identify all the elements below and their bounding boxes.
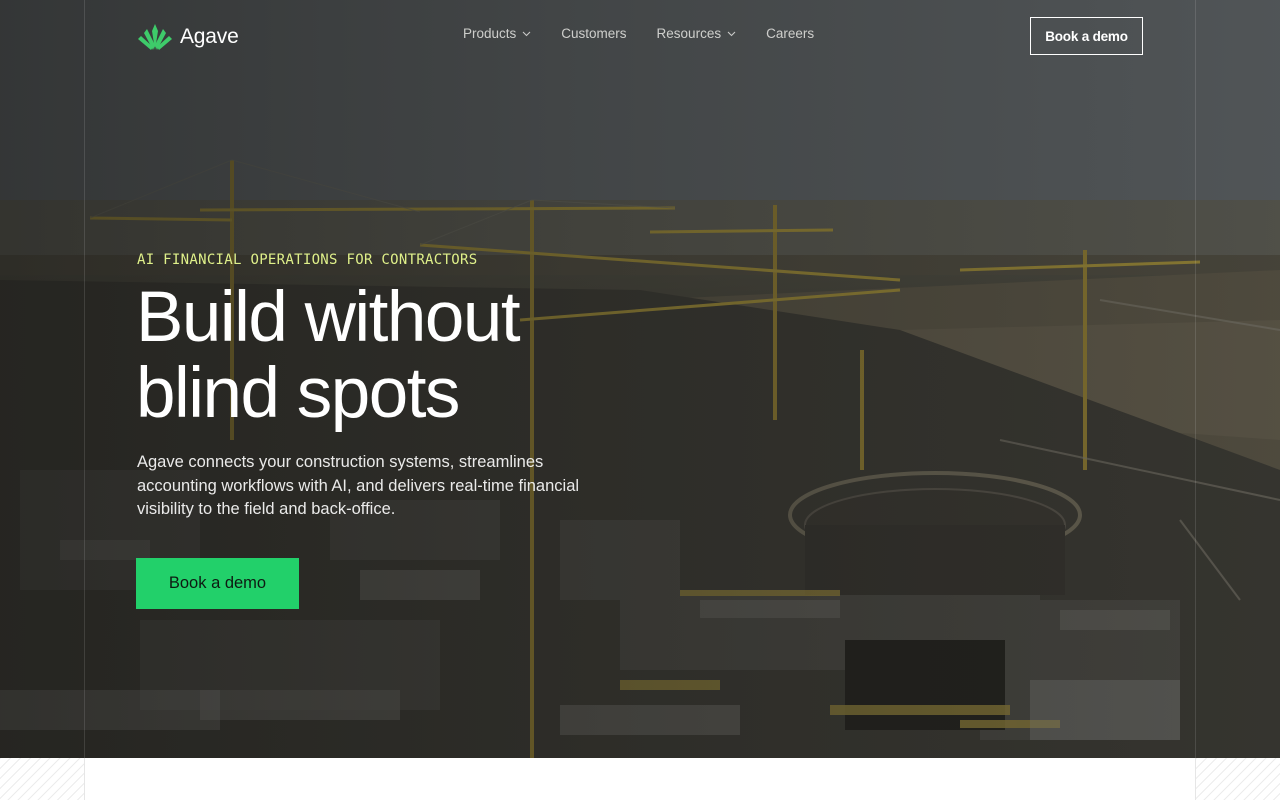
nav-item-label: Customers	[561, 26, 627, 41]
hero-headline: Build without blind spots	[136, 280, 696, 432]
agave-leaf-icon	[138, 24, 172, 50]
nav-item-label: Careers	[766, 26, 815, 41]
nav-item-customers[interactable]: Customers	[561, 26, 626, 41]
nav-item-label: Products	[463, 26, 517, 41]
brand-name: Agave	[180, 25, 239, 48]
main-nav: Products Customers Resources Careers	[463, 26, 814, 41]
next-section-top	[0, 758, 1280, 800]
hatch-pattern-right	[1196, 758, 1280, 800]
nav-item-products[interactable]: Products	[463, 26, 531, 41]
nav-item-careers[interactable]: Careers	[766, 26, 814, 41]
hatch-pattern-left	[0, 758, 84, 800]
agave-logo[interactable]: Agave	[138, 22, 239, 52]
chevron-down-icon	[522, 31, 531, 36]
divider-right	[1195, 758, 1196, 800]
layout-guide-line-left	[84, 0, 85, 800]
headline-line-2: blind spots	[136, 354, 460, 433]
chevron-down-icon	[727, 31, 736, 36]
header-book-demo-button[interactable]: Book a demo	[1030, 17, 1143, 55]
divider-left	[84, 758, 85, 800]
hero-eyebrow: AI FINANCIAL OPERATIONS FOR CONTRACTORS	[137, 252, 478, 268]
nav-item-resources[interactable]: Resources	[657, 26, 737, 41]
hero-subtext: Agave connects your construction systems…	[137, 453, 580, 518]
nav-item-label: Resources	[656, 26, 722, 41]
headline-line-1: Build without	[136, 278, 521, 357]
hero-book-demo-button[interactable]: Book a demo	[136, 558, 299, 609]
layout-guide-line-right	[1195, 0, 1196, 800]
